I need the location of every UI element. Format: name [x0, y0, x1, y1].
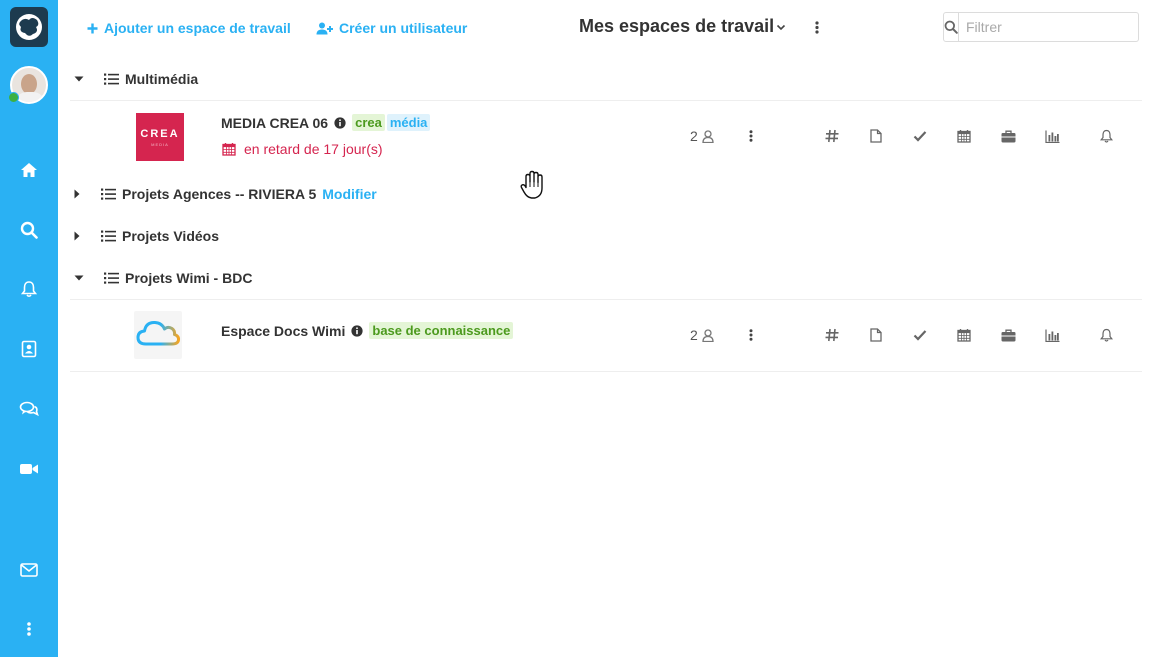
tag[interactable]: base de connaissance — [369, 322, 514, 339]
add-workspace-label: Ajouter un espace de travail — [104, 20, 291, 36]
user-icon — [702, 328, 714, 342]
workspace-name[interactable]: MEDIA CREA 06 — [221, 115, 328, 131]
divider — [70, 299, 1142, 300]
group-projets-videos[interactable]: Projets Vidéos — [70, 221, 1142, 251]
caret-right-icon[interactable] — [69, 186, 85, 202]
app-logo[interactable] — [10, 7, 48, 47]
workspace-thumbnail[interactable] — [134, 311, 182, 359]
caret-down-icon[interactable] — [71, 270, 87, 286]
divider — [70, 371, 1142, 372]
more-icon[interactable] — [19, 619, 39, 639]
notifications-bell-icon[interactable] — [1098, 327, 1114, 343]
workspace-title: Espace Docs Wimi base de connaissance — [221, 322, 514, 339]
mail-icon[interactable] — [19, 560, 39, 580]
home-icon[interactable] — [19, 160, 39, 180]
hand-cursor-icon — [519, 170, 547, 200]
member-count[interactable]: 2 — [690, 327, 714, 343]
filter-search-icon[interactable] — [944, 13, 959, 41]
member-count[interactable]: 2 — [690, 128, 714, 144]
edit-group-link[interactable]: Modifier — [322, 186, 376, 202]
list-icon — [101, 188, 116, 200]
tag[interactable]: média — [386, 114, 431, 131]
stats-icon[interactable] — [1044, 327, 1060, 343]
bell-icon[interactable] — [19, 279, 39, 299]
group-projets-agences[interactable]: Projets Agences -- RIVIERA 5 Modifier — [70, 179, 1142, 209]
late-text: en retard de 17 jour(s) — [244, 141, 383, 157]
workspace-more-icon[interactable] — [746, 128, 756, 144]
add-workspace-button[interactable]: Ajouter un espace de travail — [87, 18, 291, 38]
group-name: Multimédia — [125, 71, 199, 87]
filter-box — [943, 12, 1147, 42]
video-icon[interactable] — [19, 459, 39, 479]
toolbar-more-icon[interactable] — [811, 18, 823, 36]
group-name: Projets Wimi - BDC — [125, 270, 253, 286]
tasks-icon[interactable] — [912, 128, 928, 144]
workspace-name[interactable]: Espace Docs Wimi — [221, 323, 345, 339]
contacts-icon[interactable] — [19, 339, 39, 359]
globe-logo-icon — [16, 14, 42, 40]
add-user-icon — [316, 22, 333, 34]
sidebar — [0, 0, 58, 657]
projects-briefcase-icon[interactable] — [1000, 327, 1016, 343]
calendar-icon[interactable] — [956, 327, 972, 343]
stats-icon[interactable] — [1044, 128, 1060, 144]
documents-icon[interactable] — [868, 327, 884, 343]
calendar-icon[interactable] — [956, 128, 972, 144]
create-user-label: Créer un utilisateur — [339, 20, 468, 36]
workspace-title: MEDIA CREA 06 crea média — [221, 114, 431, 131]
calendar-icon — [222, 143, 236, 156]
user-icon — [702, 129, 714, 143]
late-notice: en retard de 17 jour(s) — [222, 141, 383, 157]
documents-icon[interactable] — [868, 128, 884, 144]
group-projets-wimi-bdc[interactable]: Projets Wimi - BDC — [70, 263, 1142, 293]
search-icon[interactable] — [19, 220, 39, 240]
caret-down-icon[interactable] — [71, 71, 87, 87]
page-title: Mes espaces de travail — [579, 16, 775, 36]
chat-icon[interactable] — [19, 399, 39, 419]
create-user-button[interactable]: Créer un utilisateur — [316, 18, 467, 38]
info-icon[interactable] — [351, 324, 363, 337]
cloud-logo-icon — [136, 320, 181, 346]
info-icon[interactable] — [334, 116, 346, 129]
tasks-icon[interactable] — [912, 327, 928, 343]
online-status-dot — [8, 92, 19, 103]
channels-icon[interactable] — [824, 128, 840, 144]
workspace-more-icon[interactable] — [746, 327, 756, 343]
workspace-thumbnail[interactable]: CREA MEDIA — [136, 113, 184, 161]
plus-icon — [87, 23, 98, 33]
group-multimedia[interactable]: Multimédia — [70, 64, 1142, 94]
tag[interactable]: crea — [352, 114, 385, 131]
divider — [70, 100, 1142, 101]
caret-right-icon[interactable] — [69, 228, 85, 244]
title-dropdown-chevron-icon[interactable] — [775, 20, 787, 32]
channels-icon[interactable] — [824, 327, 840, 343]
notifications-bell-icon[interactable] — [1098, 128, 1114, 144]
list-icon — [104, 73, 119, 85]
list-icon — [101, 230, 116, 242]
group-name: Projets Vidéos — [122, 228, 220, 244]
projects-briefcase-icon[interactable] — [1000, 128, 1016, 144]
list-icon — [104, 272, 119, 284]
group-name: Projets Agences -- RIVIERA 5 — [122, 186, 317, 202]
filter-input[interactable] — [959, 13, 1147, 41]
